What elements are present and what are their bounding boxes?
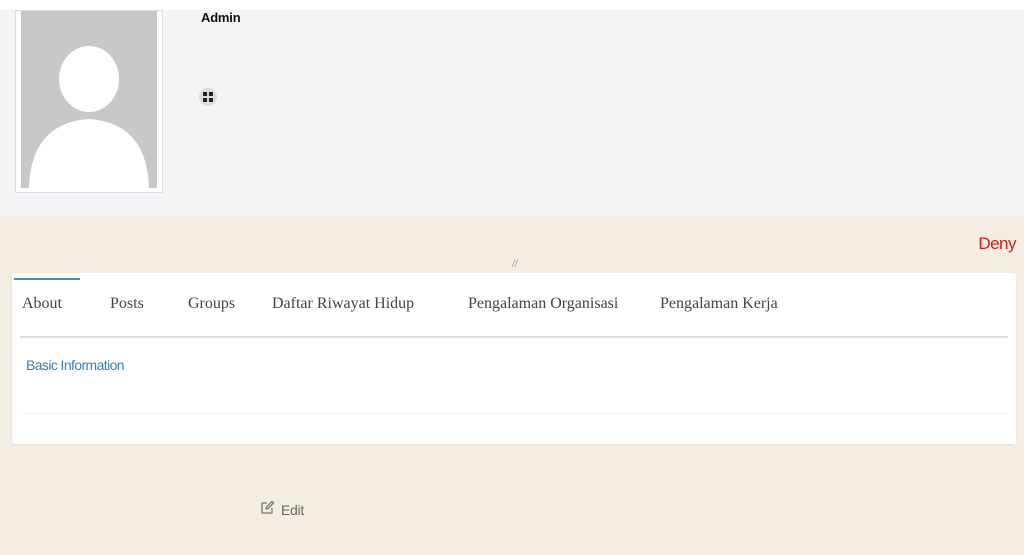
- slash-mark: //: [512, 259, 518, 270]
- profile-header: Admin: [0, 10, 1024, 216]
- tab-posts[interactable]: Posts: [110, 295, 144, 313]
- avatar[interactable]: [15, 10, 163, 193]
- edit-button[interactable]: Edit: [259, 500, 304, 519]
- profile-name: Admin: [201, 10, 241, 25]
- user-silhouette-icon: [21, 11, 157, 188]
- tab-pengalaman-organisasi[interactable]: Pengalaman Organisasi: [468, 295, 618, 313]
- tab-bar-underline: [20, 336, 1008, 338]
- active-tab-indicator: [14, 278, 80, 280]
- section-divider: [22, 413, 1008, 414]
- basic-information-heading: Basic Information: [26, 357, 125, 373]
- deny-link[interactable]: Deny: [978, 234, 1016, 254]
- edit-label: Edit: [281, 501, 304, 518]
- grid-icon[interactable]: [199, 88, 217, 106]
- tab-bar: About Posts Groups Daftar Riwayat Hidup …: [12, 273, 1016, 338]
- edit-icon: [259, 500, 275, 519]
- tab-about[interactable]: About: [22, 295, 62, 313]
- tab-groups[interactable]: Groups: [188, 295, 235, 313]
- profile-tabs-card: About Posts Groups Daftar Riwayat Hidup …: [12, 273, 1016, 444]
- tab-pengalaman-kerja[interactable]: Pengalaman Kerja: [660, 295, 778, 313]
- tab-daftar-riwayat-hidup[interactable]: Daftar Riwayat Hidup: [272, 295, 414, 313]
